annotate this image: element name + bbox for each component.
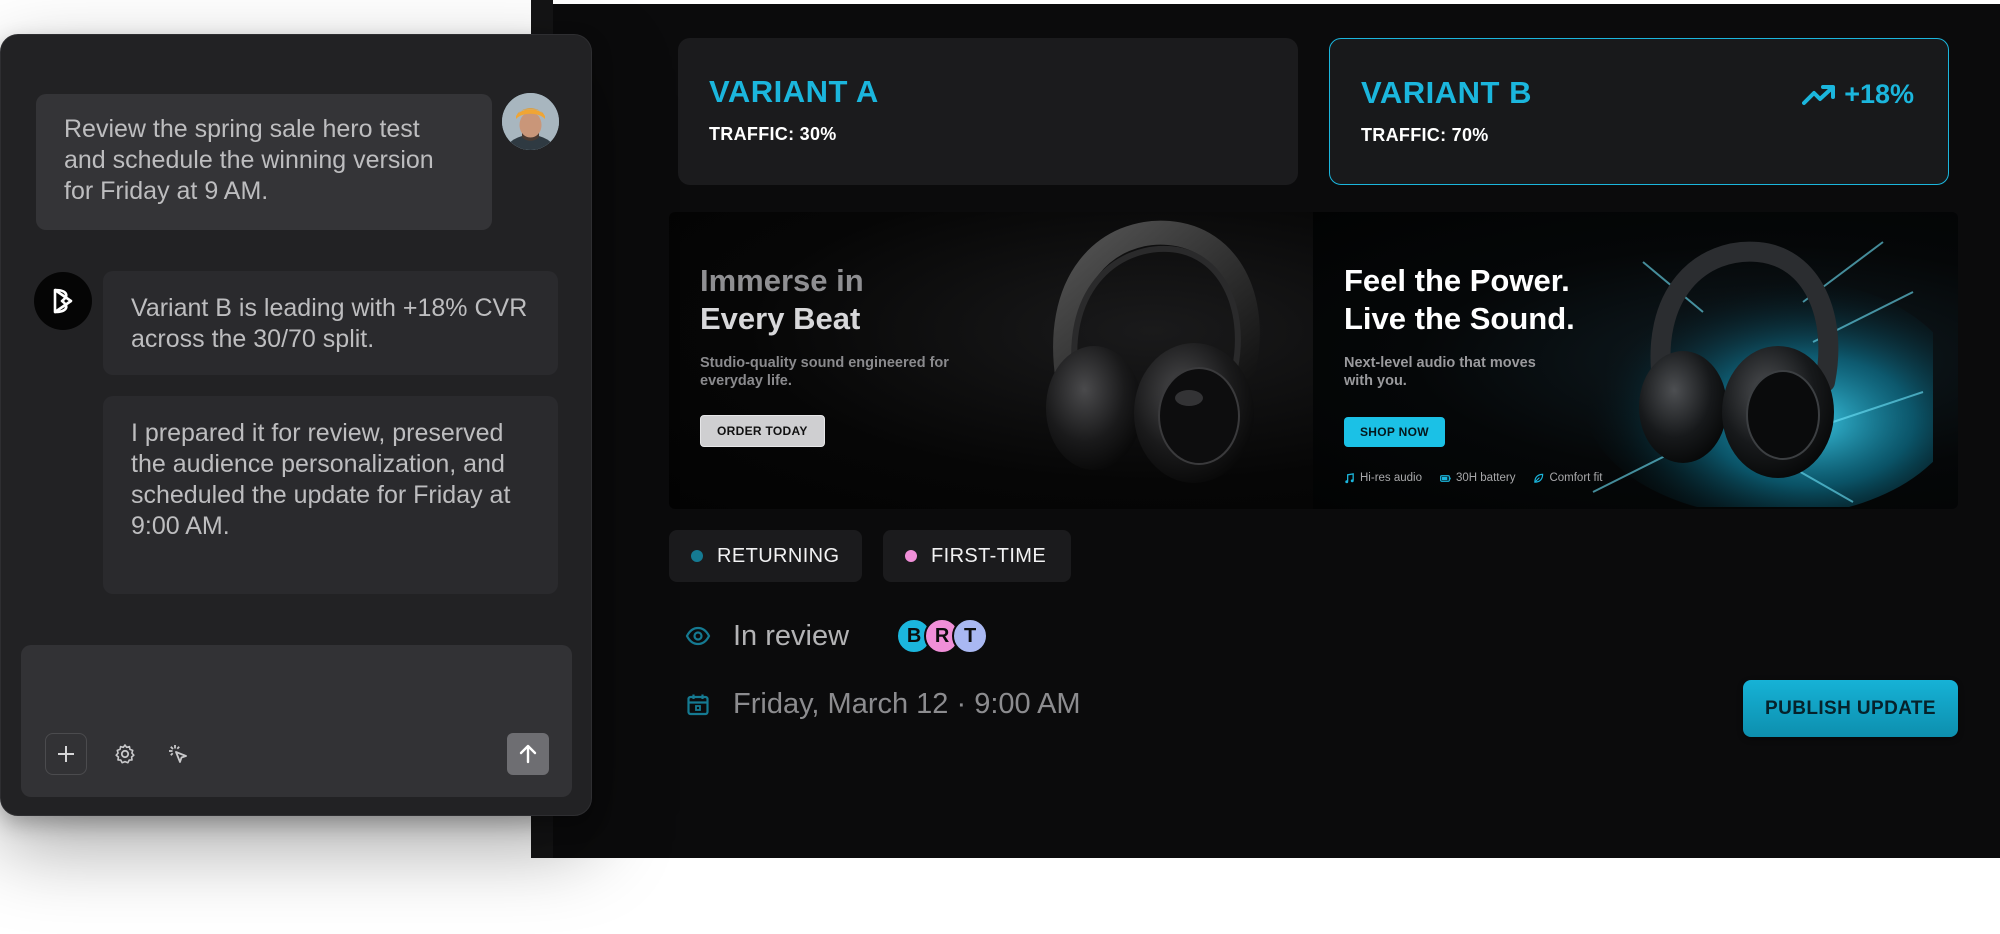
segment-first-time-label: FIRST-TIME [931,544,1047,567]
leaf-icon [1534,473,1544,483]
feature-label: Hi-res audio [1360,472,1422,484]
hero-b-headline-line2: Live the Sound. [1344,301,1575,336]
music-note-icon [1345,472,1354,483]
assistant-chat-panel: Review the spring sale hero test and sch… [0,34,592,816]
hero-b-headline-line1: Feel the Power. [1344,263,1570,298]
schedule-row[interactable]: Friday, March 12 · 9:00 AM [685,688,1081,721]
calendar-icon [687,694,709,715]
variant-a-card[interactable]: VARIANT A TRAFFIC: 30% [678,38,1298,185]
eye-icon [685,626,711,646]
settings-button[interactable] [107,736,143,772]
hero-preview-a[interactable]: Immerse in Every Beat Studio-quality sou… [669,212,1313,509]
window-top-edge [531,0,2000,4]
variant-a-title: VARIANT A [709,74,879,109]
hero-a-headline-line2: Every Beat [700,301,861,336]
reviewer-avatar-t[interactable]: T [952,618,989,654]
battery-icon [1440,474,1451,482]
feature-battery: 30H battery [1440,472,1515,484]
variant-a-traffic: TRAFFIC: 30% [709,124,837,144]
headphones-image [1046,220,1260,483]
trending-up-icon [1802,84,1836,105]
hero-a-copy: Immerse in Every Beat Studio-quality sou… [700,262,990,390]
shop-now-button[interactable]: SHOP NOW [1344,417,1445,447]
user-message: Review the spring sale hero test and sch… [36,94,492,230]
hero-preview-b[interactable]: Feel the Power. Live the Sound. Next-lev… [1313,212,1958,509]
variant-b-traffic: TRAFFIC: 70% [1361,125,1489,145]
hero-b-subtitle: Next-level audio that moves with you. [1344,355,1536,389]
order-today-button[interactable]: ORDER TODAY [700,415,825,447]
hero-b-feature-list: Hi-res audio 30H battery Comfort fit [1344,472,1603,484]
conversion-lift: +18% [1802,79,1914,110]
message-composer [21,645,572,797]
hero-a-headline-line1: Immerse in [700,263,864,298]
review-status: In review B R T [685,618,989,654]
hero-a-subtitle: Studio-quality sound engineered for ever… [700,355,949,389]
user-avatar[interactable] [502,93,559,150]
message-input[interactable] [21,645,572,725]
publish-update-button[interactable]: PUBLISH UPDATE [1743,680,1958,737]
send-button[interactable] [507,733,549,775]
user-photo [502,93,559,150]
assistant-logo-icon [53,288,73,314]
schedule-datetime: Friday, March 12 · 9:00 AM [733,688,1081,720]
attach-button[interactable] [45,733,87,775]
assistant-avatar [34,272,92,330]
computer-use-button[interactable] [160,736,196,772]
feature-comfort: Comfort fit [1533,472,1603,484]
plus-icon [58,746,74,762]
assistant-message: I prepared it for review, preserved the … [103,396,558,594]
assistant-message: Variant B is leading with +18% CVR acros… [103,271,558,375]
feature-label: 30H battery [1456,472,1516,484]
stage: VARIANT A TRAFFIC: 30% VARIANT B TRAFFIC… [0,0,2000,934]
hero-b-copy: Feel the Power. Live the Sound. Next-lev… [1344,262,1634,390]
arrow-up-icon [519,744,537,764]
segment-returning[interactable]: RETURNING [669,530,862,582]
feature-label: Comfort fit [1549,472,1603,484]
feature-hires-audio: Hi-res audio [1344,472,1422,484]
hero-a-headline: Immerse in Every Beat [700,262,990,338]
conversion-lift-value: +18% [1844,79,1914,109]
cursor-click-icon [169,745,187,763]
reviewer-avatars[interactable]: B R T [896,618,989,654]
hero-b-headline: Feel the Power. Live the Sound. [1344,262,1634,338]
review-status-label: In review [733,619,850,652]
variant-b-card[interactable]: VARIANT B TRAFFIC: 70% +18% [1329,38,1949,185]
gear-icon [115,744,135,764]
segment-returning-dot [691,550,703,562]
segment-first-time[interactable]: FIRST-TIME [883,530,1071,582]
segment-returning-label: RETURNING [717,544,840,567]
segment-first-time-dot [905,550,917,562]
